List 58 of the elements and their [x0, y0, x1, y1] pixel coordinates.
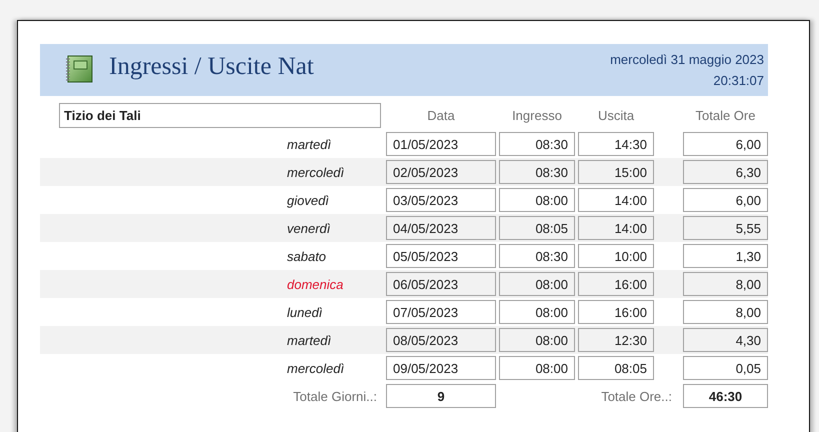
entry-time-cell: 08:05 — [499, 216, 575, 240]
exit-time-cell: 16:00 — [578, 300, 654, 324]
total-hours-cell: 6,00 — [683, 132, 768, 156]
exit-time-cell: 15:00 — [578, 160, 654, 184]
entry-time-cell: 08:00 — [499, 328, 575, 352]
column-header: Totale Ore — [694, 108, 756, 122]
exit-time-cell: 14:30 — [578, 132, 654, 156]
report-title: Ingressi / Uscite Nat — [109, 52, 314, 82]
weekday-label: lunedì — [287, 304, 322, 320]
weekday-label: domenica — [287, 276, 344, 292]
weekday-label: sabato — [287, 248, 326, 264]
report-date: mercoledì 31 maggio 2023 — [610, 52, 764, 67]
weekday-label: mercoledì — [287, 360, 344, 376]
entry-time-cell: 08:30 — [499, 160, 575, 184]
exit-time-cell: 12:30 — [578, 328, 654, 352]
date-cell: 07/05/2023 — [386, 300, 496, 324]
column-header: Uscita — [596, 108, 636, 122]
entry-time-cell: 08:30 — [499, 132, 575, 156]
exit-time-cell: 14:00 — [578, 188, 654, 212]
weekday-label: martedì — [287, 332, 332, 348]
weekday-label: martedì — [287, 136, 332, 152]
entry-time-cell: 08:00 — [499, 356, 575, 380]
column-header: Data — [426, 108, 456, 122]
total-hours-cell: 8,00 — [683, 300, 768, 324]
date-cell: 04/05/2023 — [386, 216, 496, 240]
date-cell: 08/05/2023 — [386, 328, 496, 352]
entry-time-cell: 08:00 — [499, 300, 575, 324]
total-hours-cell: 6,00 — [683, 188, 768, 212]
total-hours-cell: 6,30 — [683, 160, 768, 184]
name-field[interactable]: Tizio dei Tali — [59, 102, 381, 128]
report-time: 20:31:07 — [713, 73, 764, 88]
exit-time-cell: 16:00 — [578, 272, 654, 296]
entry-time-cell: 08:30 — [499, 244, 575, 268]
total-hours-cell: 4,30 — [683, 328, 768, 352]
total-hours-value: 46:30 — [683, 384, 768, 408]
column-header: Ingresso — [511, 108, 563, 122]
exit-time-cell: 08:05 — [578, 356, 654, 380]
date-cell: 02/05/2023 — [386, 160, 496, 184]
total-hours-cell: 8,00 — [683, 272, 768, 296]
weekday-label: mercoledì — [287, 164, 344, 180]
weekday-label: venerdì — [287, 220, 330, 236]
date-cell: 05/05/2023 — [386, 244, 496, 268]
exit-time-cell: 14:00 — [578, 216, 654, 240]
date-cell: 06/05/2023 — [386, 272, 496, 296]
weekday-label: giovedì — [287, 192, 329, 208]
total-hours-cell: 1,30 — [683, 244, 768, 268]
total-hours-label: Totale Ore..: — [601, 388, 672, 404]
entry-time-cell: 08:00 — [499, 272, 575, 296]
total-hours-cell: 0,05 — [683, 356, 768, 380]
total-hours-cell: 5,55 — [683, 216, 768, 240]
date-cell: 01/05/2023 — [386, 132, 496, 156]
notebook-icon — [64, 54, 94, 84]
total-days-value: 9 — [386, 384, 496, 408]
total-days-label: Totale Giorni..: — [293, 388, 377, 404]
exit-time-cell: 10:00 — [578, 244, 654, 268]
entry-time-cell: 08:00 — [499, 188, 575, 212]
date-cell: 03/05/2023 — [386, 188, 496, 212]
date-cell: 09/05/2023 — [386, 356, 496, 380]
